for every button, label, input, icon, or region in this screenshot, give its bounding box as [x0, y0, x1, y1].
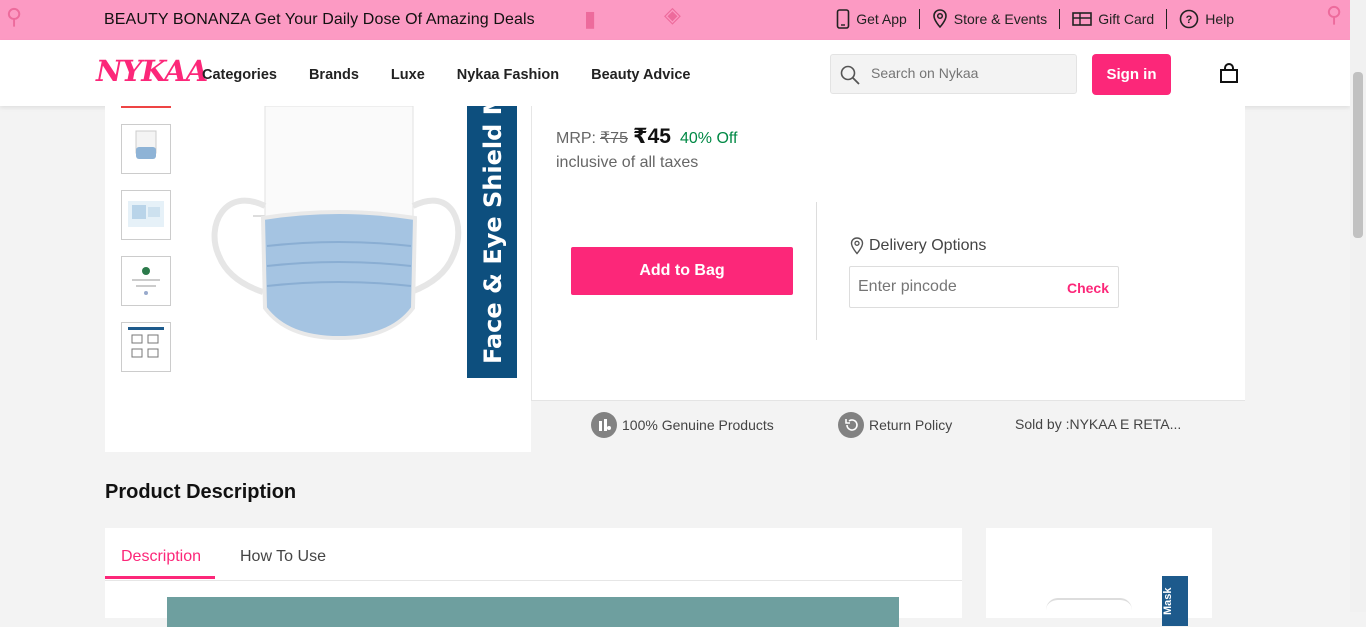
- discount-label: 40% Off: [679, 130, 738, 147]
- promo-links: Get App Store & Events Gift Card ? Help: [824, 9, 1246, 29]
- get-app-label: Get App: [856, 11, 907, 27]
- location-pin-icon: [850, 237, 864, 255]
- gift-card-link[interactable]: Gift Card: [1059, 9, 1166, 29]
- genuine-products-icon: [591, 412, 617, 438]
- product-main-image[interactable]: Face & Eye Shield Ma: [205, 106, 517, 378]
- shopping-bag-icon[interactable]: [1218, 63, 1240, 85]
- delivery-options-heading: Delivery Options: [850, 237, 986, 255]
- thumbnail-packaging[interactable]: [121, 190, 171, 240]
- product-card: Face & Eye Shield Ma MRP: ₹75 ₹45 40% Of…: [105, 106, 1245, 452]
- mask-thumb-image: [135, 130, 157, 159]
- packaging-thumb-image: [128, 201, 164, 227]
- description-banner-image: [167, 597, 899, 627]
- compact-deco-icon: ◈: [664, 2, 681, 27]
- active-thumb-indicator: [121, 106, 171, 108]
- mrp-value: ₹75: [600, 130, 628, 147]
- store-events-link[interactable]: Store & Events: [918, 9, 1059, 29]
- nav-categories[interactable]: Categories: [202, 67, 277, 83]
- main-nav: Categories Brands Luxe Nykaa Fashion Bea…: [202, 67, 691, 83]
- trust-bar: 100% Genuine Products Return Policy Sold…: [531, 400, 1245, 452]
- nykaa-logo[interactable]: NYKAA: [96, 54, 208, 88]
- instructions-thumb-image: [128, 327, 164, 358]
- promo-bar: ⚲ ▮ ◈ ⚲ BEAUTY BONANZA Get Your Daily Do…: [0, 0, 1350, 40]
- sign-in-button[interactable]: Sign in: [1092, 54, 1171, 95]
- side-product-image: [1046, 598, 1132, 618]
- phone-icon: [836, 9, 850, 29]
- product-description-title: Product Description: [105, 481, 297, 503]
- gift-card-icon: [1072, 12, 1092, 26]
- gift-card-label: Gift Card: [1098, 11, 1155, 27]
- genuine-products-label: 100% Genuine Products: [622, 417, 774, 433]
- lipstick-deco-icon: ⚲: [6, 4, 23, 29]
- thumbnail-mask-shield[interactable]: [121, 124, 171, 174]
- pincode-input[interactable]: [858, 278, 1048, 296]
- return-policy-icon: [838, 412, 864, 438]
- price-row: MRP: ₹75 ₹45 40% Off: [556, 124, 737, 149]
- check-pincode-button[interactable]: Check: [1067, 280, 1109, 296]
- genuine-products-item: 100% Genuine Products: [591, 412, 774, 438]
- get-app-link[interactable]: Get App: [824, 9, 919, 29]
- scrollbar-thumb[interactable]: [1353, 72, 1363, 238]
- sold-by-label: Sold by :NYKAA E RETA...: [1015, 416, 1182, 432]
- side-product-card[interactable]: Mask: [986, 528, 1212, 626]
- return-policy-item[interactable]: Return Policy: [838, 412, 952, 438]
- help-link[interactable]: ? Help: [1166, 9, 1246, 29]
- thumbnail-certificate[interactable]: [121, 256, 171, 306]
- side-product-strip: Mask: [1162, 576, 1188, 626]
- product-image-text: Face & Eye Shield Ma: [479, 106, 507, 364]
- help-icon: ?: [1179, 9, 1199, 29]
- tax-note: inclusive of all taxes: [556, 154, 699, 171]
- active-tab-underline: [105, 576, 215, 579]
- location-pin-icon: [932, 9, 947, 29]
- lipstick-deco-icon-2: ⚲: [1326, 2, 1343, 27]
- nav-luxe[interactable]: Luxe: [391, 67, 425, 83]
- tab-description[interactable]: Description: [121, 548, 201, 566]
- search-input[interactable]: [871, 65, 1066, 81]
- svg-text:?: ?: [1186, 14, 1193, 26]
- page-scrollbar[interactable]: [1350, 0, 1366, 612]
- mrp-label: MRP:: [556, 130, 596, 147]
- return-policy-label: Return Policy: [869, 417, 953, 433]
- sold-by-item[interactable]: Sold by :NYKAA E RETA...: [1015, 416, 1181, 432]
- nav-nykaa-fashion[interactable]: Nykaa Fashion: [457, 67, 559, 83]
- search-icon: [840, 65, 860, 85]
- help-label: Help: [1205, 11, 1234, 27]
- store-events-label: Store & Events: [953, 11, 1048, 27]
- tab-divider: [105, 580, 962, 581]
- delivery-options-label: Delivery Options: [869, 237, 987, 254]
- selling-price: ₹45: [632, 125, 671, 148]
- pincode-field[interactable]: Check: [849, 266, 1119, 308]
- nav-brands[interactable]: Brands: [309, 67, 359, 83]
- add-to-bag-button[interactable]: Add to Bag: [571, 247, 793, 295]
- certificate-thumb-image: [132, 267, 160, 295]
- action-divider: [816, 202, 817, 340]
- description-card: Description How To Use: [105, 528, 962, 627]
- nail-polish-deco-icon: ▮: [584, 6, 597, 31]
- promo-text[interactable]: BEAUTY BONANZA Get Your Daily Dose Of Am…: [104, 11, 535, 29]
- search-box[interactable]: [830, 54, 1077, 94]
- tab-how-to-use[interactable]: How To Use: [240, 548, 326, 566]
- thumbnail-instructions[interactable]: [121, 322, 171, 372]
- main-header: NYKAA Categories Brands Luxe Nykaa Fashi…: [0, 40, 1350, 106]
- nav-beauty-advice[interactable]: Beauty Advice: [591, 67, 690, 83]
